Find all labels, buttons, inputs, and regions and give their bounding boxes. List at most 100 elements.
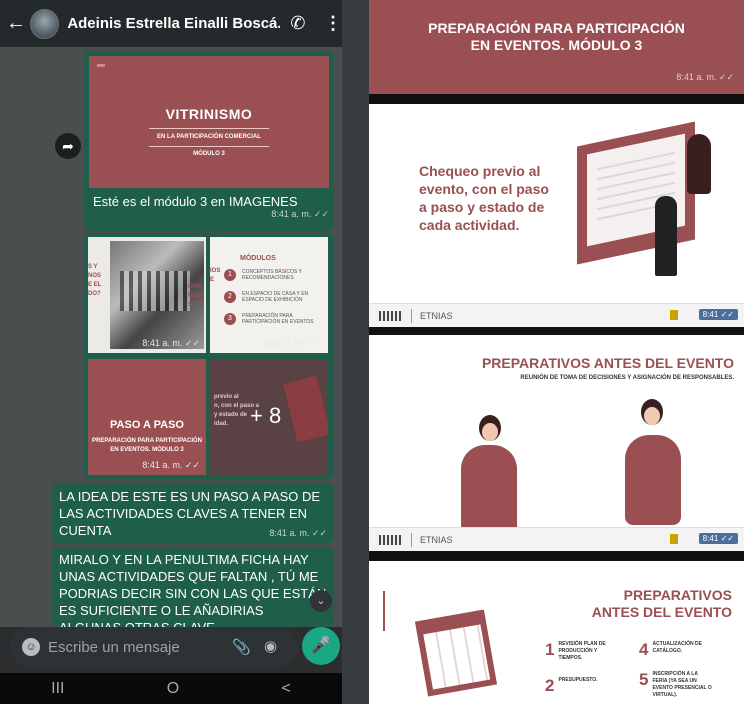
- person-illustration: [655, 196, 677, 276]
- slide-checklist[interactable]: Chequeo previo al evento, con el paso a …: [369, 104, 744, 327]
- image-text: IOS E: [210, 268, 221, 283]
- slide-footer: ETNIAS 8:41 ✓✓: [369, 527, 744, 551]
- flag-icon: [670, 534, 678, 544]
- thumbnail-module: MÓDULO 3: [193, 151, 225, 157]
- divider: [149, 128, 269, 129]
- image-timestamp: 8:41 a. m. ✓✓: [142, 338, 200, 348]
- timestamp-text: 8:41 a. m.: [264, 338, 305, 348]
- calendar-grid: [423, 624, 491, 690]
- decoration: [97, 64, 105, 67]
- timestamp-text: 8:41 a. m.: [142, 338, 183, 348]
- image-message[interactable]: VITRINISMO EN LA PARTICIPACIÓN COMERCIAL…: [84, 51, 334, 231]
- slide-timestamp: 8:41 ✓✓: [698, 309, 738, 320]
- module-item: 1 CONCEPTOS BÁSICOS Y RECOMENDACIONES: [224, 269, 324, 281]
- image-text: S Y NOS E EL DO?: [88, 264, 102, 297]
- image-text: ÓMO MOS STO?: [188, 284, 204, 308]
- thumbnail-title: VITRINISMO: [165, 106, 253, 122]
- message-timestamp: 8:41 a. m. ✓✓: [89, 209, 329, 220]
- list-item: 5 INSCRIPCIÓN A LA FERIA (YA SEA UN EVEN…: [639, 671, 712, 699]
- divider: [411, 308, 412, 323]
- read-ticks-icon: ✓✓: [313, 209, 329, 219]
- timestamp-text: 8:41: [702, 534, 719, 543]
- module-text: EN ESPACIO DE CASA Y EN ESPACIO DE EXHIB…: [242, 291, 309, 303]
- module-item: 3 PREPARACIÓN PARA PARTICIPACIÓN EN EVEN…: [224, 313, 324, 325]
- module-number: 1: [224, 269, 236, 281]
- slides-viewer: PREPARACIÓN PARA PARTICIPACIÓN EN EVENTO…: [369, 0, 744, 704]
- more-images-count: + 8: [250, 403, 282, 428]
- forward-icon[interactable]: ➦: [55, 133, 81, 159]
- item-text: ACTUALIZACIÓN DE CATÁLOGO.: [652, 641, 702, 654]
- image-timestamp: 8:41 a. m. ✓✓: [142, 460, 200, 470]
- scroll-down-button[interactable]: ⌄: [310, 590, 332, 612]
- avatar[interactable]: [29, 8, 60, 39]
- slide-timestamp: 8:41 a. m. ✓✓: [676, 72, 734, 82]
- timestamp-text: 8:41 a. m.: [676, 72, 717, 82]
- album-image-3[interactable]: PASO A PASO PREPARACIÓN PARA PARTICIPACI…: [88, 359, 206, 475]
- timestamp-text: 8:41: [702, 310, 719, 319]
- contact-name[interactable]: Adeinis Estrella Einalli Boscá...: [67, 15, 280, 32]
- slide-title-line: PREPARACIÓN PARA PARTICIPACIÓN: [428, 20, 685, 36]
- slide-timestamp: 8:41 ✓✓: [698, 533, 738, 544]
- chat-screen: ← Adeinis Estrella Einalli Boscá... ✆ ⋮ …: [0, 0, 342, 704]
- item-number: 4: [639, 640, 649, 659]
- slide-title-line: PREPARATIVOS: [623, 587, 732, 603]
- message-composer: ☺ 📎 ◉: [10, 627, 298, 667]
- chat-header: ← Adeinis Estrella Einalli Boscá... ✆ ⋮: [0, 0, 342, 47]
- module-number: 2: [224, 291, 236, 303]
- screen: ← Adeinis Estrella Einalli Boscá... ✆ ⋮ …: [0, 0, 744, 704]
- back-arrow-icon[interactable]: ←: [6, 12, 28, 35]
- image-thumbnail[interactable]: VITRINISMO EN LA PARTICIPACIÓN COMERCIAL…: [89, 56, 329, 188]
- timestamp-text: 8:41 a. m.: [271, 209, 312, 219]
- text-message[interactable]: LA IDEA DE ESTE ES UN PASO A PASO DE LAS…: [52, 483, 334, 543]
- list-item: 1 REVISIÓN PLAN DE PRODUCCIÓN Y TIEMPOS.: [545, 641, 618, 662]
- slide-preparativos[interactable]: PREPARATIVOS ANTES DEL EVENTO REUNIÓN DE…: [369, 335, 744, 551]
- thumbnail-subtitle: EN LA PARTICIPACIÓN COMERCIAL: [157, 134, 261, 140]
- item-text: REVISIÓN PLAN DE PRODUCCIÓN Y TIEMPOS.: [558, 641, 606, 661]
- read-ticks-icon: ✓✓: [311, 528, 327, 538]
- person-illustration: [625, 435, 681, 525]
- footer-label: ETNIAS: [420, 534, 453, 545]
- back-button[interactable]: <: [282, 680, 291, 698]
- more-options-icon[interactable]: ⋮: [324, 13, 342, 34]
- person-illustration: [687, 134, 711, 194]
- album-image-1[interactable]: S Y NOS E EL DO? ÓMO MOS STO? 8:41 a. m.…: [88, 237, 206, 353]
- item-text: PRESUPUESTO.: [558, 677, 598, 683]
- image-subtitle: PREPARACIÓN PARA PARTICIPACIÓN EN EVENTO…: [91, 438, 202, 453]
- home-button[interactable]: O: [167, 680, 179, 698]
- album-image-2[interactable]: IOS E MÓDULOS 1 CONCEPTOS BÁSICOS Y RECO…: [210, 237, 328, 353]
- item-number: 5: [639, 670, 649, 689]
- mic-button[interactable]: 🎤: [302, 627, 340, 665]
- slide-cover[interactable]: PREPARACIÓN PARA PARTICIPACIÓN EN EVENTO…: [369, 0, 744, 94]
- flag-icon: [670, 310, 678, 320]
- attach-icon[interactable]: 📎: [232, 638, 254, 656]
- slide-title: PREPARACIÓN PARA PARTICIPACIÓN EN EVENTO…: [369, 20, 744, 54]
- text-message[interactable]: MIRALO Y EN LA PENULTIMA FICHA HAY UNAS …: [52, 547, 334, 627]
- message-input[interactable]: [48, 638, 226, 656]
- camera-icon[interactable]: ◉: [264, 637, 288, 657]
- list-item: 2 PRESUPUESTO.: [545, 677, 618, 694]
- android-nav-bar: III O <: [0, 673, 342, 704]
- brand-logo: [379, 310, 403, 321]
- slide-footer: ETNIAS 8:41 ✓✓: [369, 303, 744, 327]
- slide-preparativos-list[interactable]: PREPARATIVOS ANTES DEL EVENTO 1 REVISIÓN…: [369, 561, 744, 704]
- board-illustration: [283, 375, 328, 443]
- divider: [149, 146, 269, 147]
- slide-title: PREPARATIVOS ANTES DEL EVENTO: [592, 587, 732, 621]
- module-item: 2 EN ESPACIO DE CASA Y EN ESPACIO DE EXH…: [224, 291, 324, 303]
- person-illustration: [461, 445, 517, 535]
- calendar-illustration: [414, 609, 498, 697]
- board-illustration: [577, 121, 695, 265]
- emoji-icon[interactable]: ☺: [22, 638, 40, 656]
- item-number: 2: [545, 676, 555, 695]
- timestamp-text: 8:41 a. m.: [142, 460, 183, 470]
- recents-button[interactable]: III: [51, 680, 64, 698]
- album-more-images[interactable]: previo al n, con el paso a y estado de i…: [210, 359, 328, 475]
- slide-title-line: ANTES DEL EVENTO: [591, 604, 732, 620]
- module-number: 3: [224, 313, 236, 325]
- image-grid: S Y NOS E EL DO? ÓMO MOS STO? 8:41 a. m.…: [88, 237, 330, 475]
- add-call-icon[interactable]: ✆: [290, 13, 314, 34]
- modules-title: MÓDULOS: [240, 255, 276, 262]
- slide-title-line: EN EVENTOS. MÓDULO 3: [470, 37, 643, 53]
- image-album-message[interactable]: S Y NOS E EL DO? ÓMO MOS STO? 8:41 a. m.…: [84, 233, 334, 479]
- footer-label: ETNIAS: [420, 310, 453, 321]
